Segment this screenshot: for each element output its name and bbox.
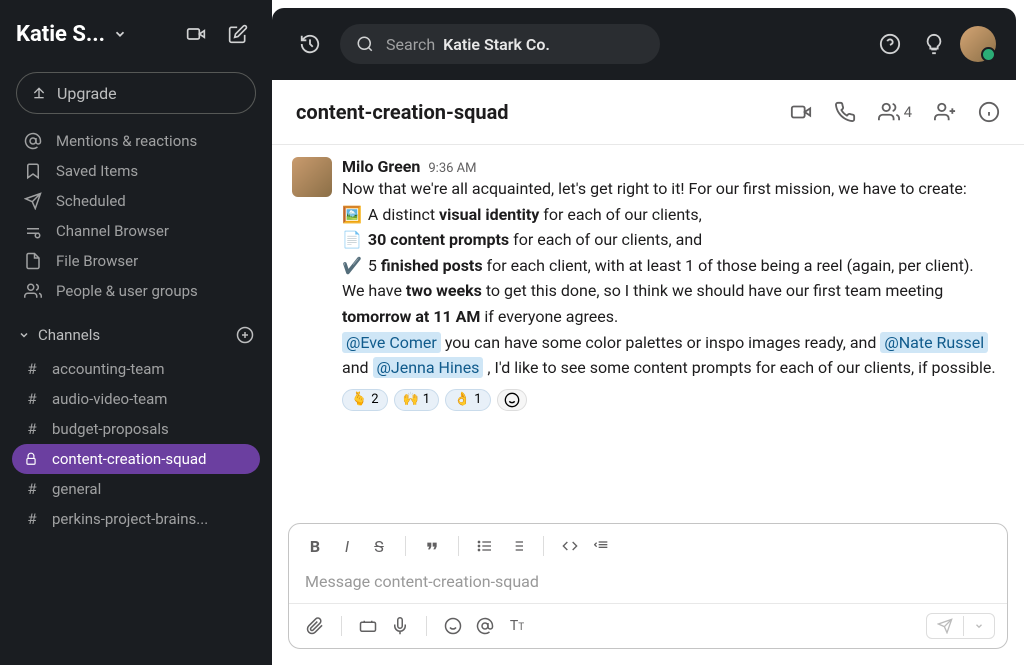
people-icon [24, 282, 42, 300]
emoji-button[interactable] [439, 612, 467, 640]
search-icon [356, 35, 374, 53]
hash-icon: # [24, 360, 40, 378]
add-people-icon[interactable] [934, 101, 956, 123]
nav-channel-browser[interactable]: Channel Browser [0, 216, 272, 246]
search-input[interactable]: Search Katie Stark Co. [340, 24, 660, 64]
compose-icon[interactable] [220, 16, 256, 52]
mic-button[interactable] [386, 612, 414, 640]
page-emoji: 📄 [342, 227, 362, 253]
send-button[interactable] [927, 614, 963, 638]
mention-button[interactable] [471, 612, 499, 640]
message-input[interactable]: Message content-creation-squad [289, 568, 1007, 603]
nav-saved[interactable]: Saved Items [0, 156, 272, 186]
ordered-list-button[interactable] [503, 532, 531, 560]
channel-item[interactable]: #accounting-team [0, 354, 272, 384]
mention[interactable]: @Eve Comer [342, 332, 441, 353]
chevron-down-icon[interactable] [113, 27, 127, 41]
upgrade-label: Upgrade [57, 84, 117, 103]
codeblock-button[interactable] [588, 532, 616, 560]
info-icon[interactable] [978, 101, 1000, 123]
message-author[interactable]: Milo Green [342, 157, 420, 176]
video-icon[interactable] [178, 16, 214, 52]
attach-button[interactable] [301, 612, 329, 640]
upgrade-button[interactable]: Upgrade [16, 72, 256, 114]
mention[interactable]: @Nate Russel [880, 332, 988, 353]
channel-item[interactable]: #audio-video-team [0, 384, 272, 414]
code-button[interactable] [556, 532, 584, 560]
video-call-icon[interactable] [790, 101, 812, 123]
author-avatar[interactable] [292, 157, 332, 197]
hash-icon: # [24, 510, 40, 528]
workspace-name[interactable]: Katie S... [16, 22, 105, 47]
add-reaction-button[interactable] [497, 389, 527, 411]
hash-icon: # [24, 390, 40, 408]
people-icon [878, 101, 900, 123]
member-count: 4 [904, 103, 912, 121]
mention[interactable]: @Jenna Hines [373, 357, 484, 378]
message-body: Now that we're all acquainted, let's get… [342, 176, 1004, 381]
history-icon[interactable] [292, 26, 328, 62]
hash-icon: # [24, 420, 40, 438]
channel-browser-icon [24, 222, 42, 240]
lock-icon [24, 452, 40, 466]
send-icon [24, 192, 42, 210]
clip-button[interactable] [354, 612, 382, 640]
picture-emoji: 🖼️ [342, 202, 362, 228]
nav-people[interactable]: People & user groups [0, 276, 272, 306]
bold-button[interactable]: B [301, 532, 329, 560]
hash-icon: # [24, 480, 40, 498]
lightbulb-icon[interactable] [916, 26, 952, 62]
channel-item-active[interactable]: content-creation-squad [12, 444, 260, 474]
reaction[interactable]: 🫰2 [342, 389, 388, 411]
help-icon[interactable] [872, 26, 908, 62]
add-channel-button[interactable] [236, 326, 254, 344]
channels-section-header[interactable]: Channels [0, 320, 272, 350]
formatting-toolbar: B I S [289, 524, 1007, 568]
reaction[interactable]: 🙌1 [394, 389, 440, 411]
bookmark-icon [24, 162, 42, 180]
nav-file-browser[interactable]: File Browser [0, 246, 272, 276]
search-scope: Katie Stark Co. [443, 35, 550, 54]
nav-scheduled[interactable]: Scheduled [0, 186, 272, 216]
channel-title[interactable]: content-creation-squad [296, 100, 509, 124]
text-format-button[interactable]: TT [503, 612, 531, 640]
quote-button[interactable] [418, 532, 446, 560]
search-label: Search [386, 35, 435, 54]
channel-item[interactable]: #general [0, 474, 272, 504]
italic-button[interactable]: I [333, 532, 361, 560]
send-options[interactable] [964, 617, 994, 635]
strike-button[interactable]: S [365, 532, 393, 560]
message: Milo Green 9:36 AM Now that we're all ac… [292, 157, 1004, 411]
check-emoji: ✔️ [342, 253, 362, 279]
members-button[interactable]: 4 [878, 101, 912, 123]
upload-icon [31, 85, 47, 101]
chevron-down-icon [18, 329, 30, 341]
phone-icon[interactable] [834, 101, 856, 123]
at-icon [24, 132, 42, 150]
user-avatar[interactable] [960, 26, 996, 62]
channel-item[interactable]: #perkins-project-brains... [0, 504, 272, 534]
reaction[interactable]: 👌1 [445, 389, 491, 411]
file-icon [24, 252, 42, 270]
bullet-list-button[interactable] [471, 532, 499, 560]
channel-item[interactable]: #budget-proposals [0, 414, 272, 444]
message-time: 9:36 AM [428, 161, 476, 176]
nav-mentions[interactable]: Mentions & reactions [0, 126, 272, 156]
